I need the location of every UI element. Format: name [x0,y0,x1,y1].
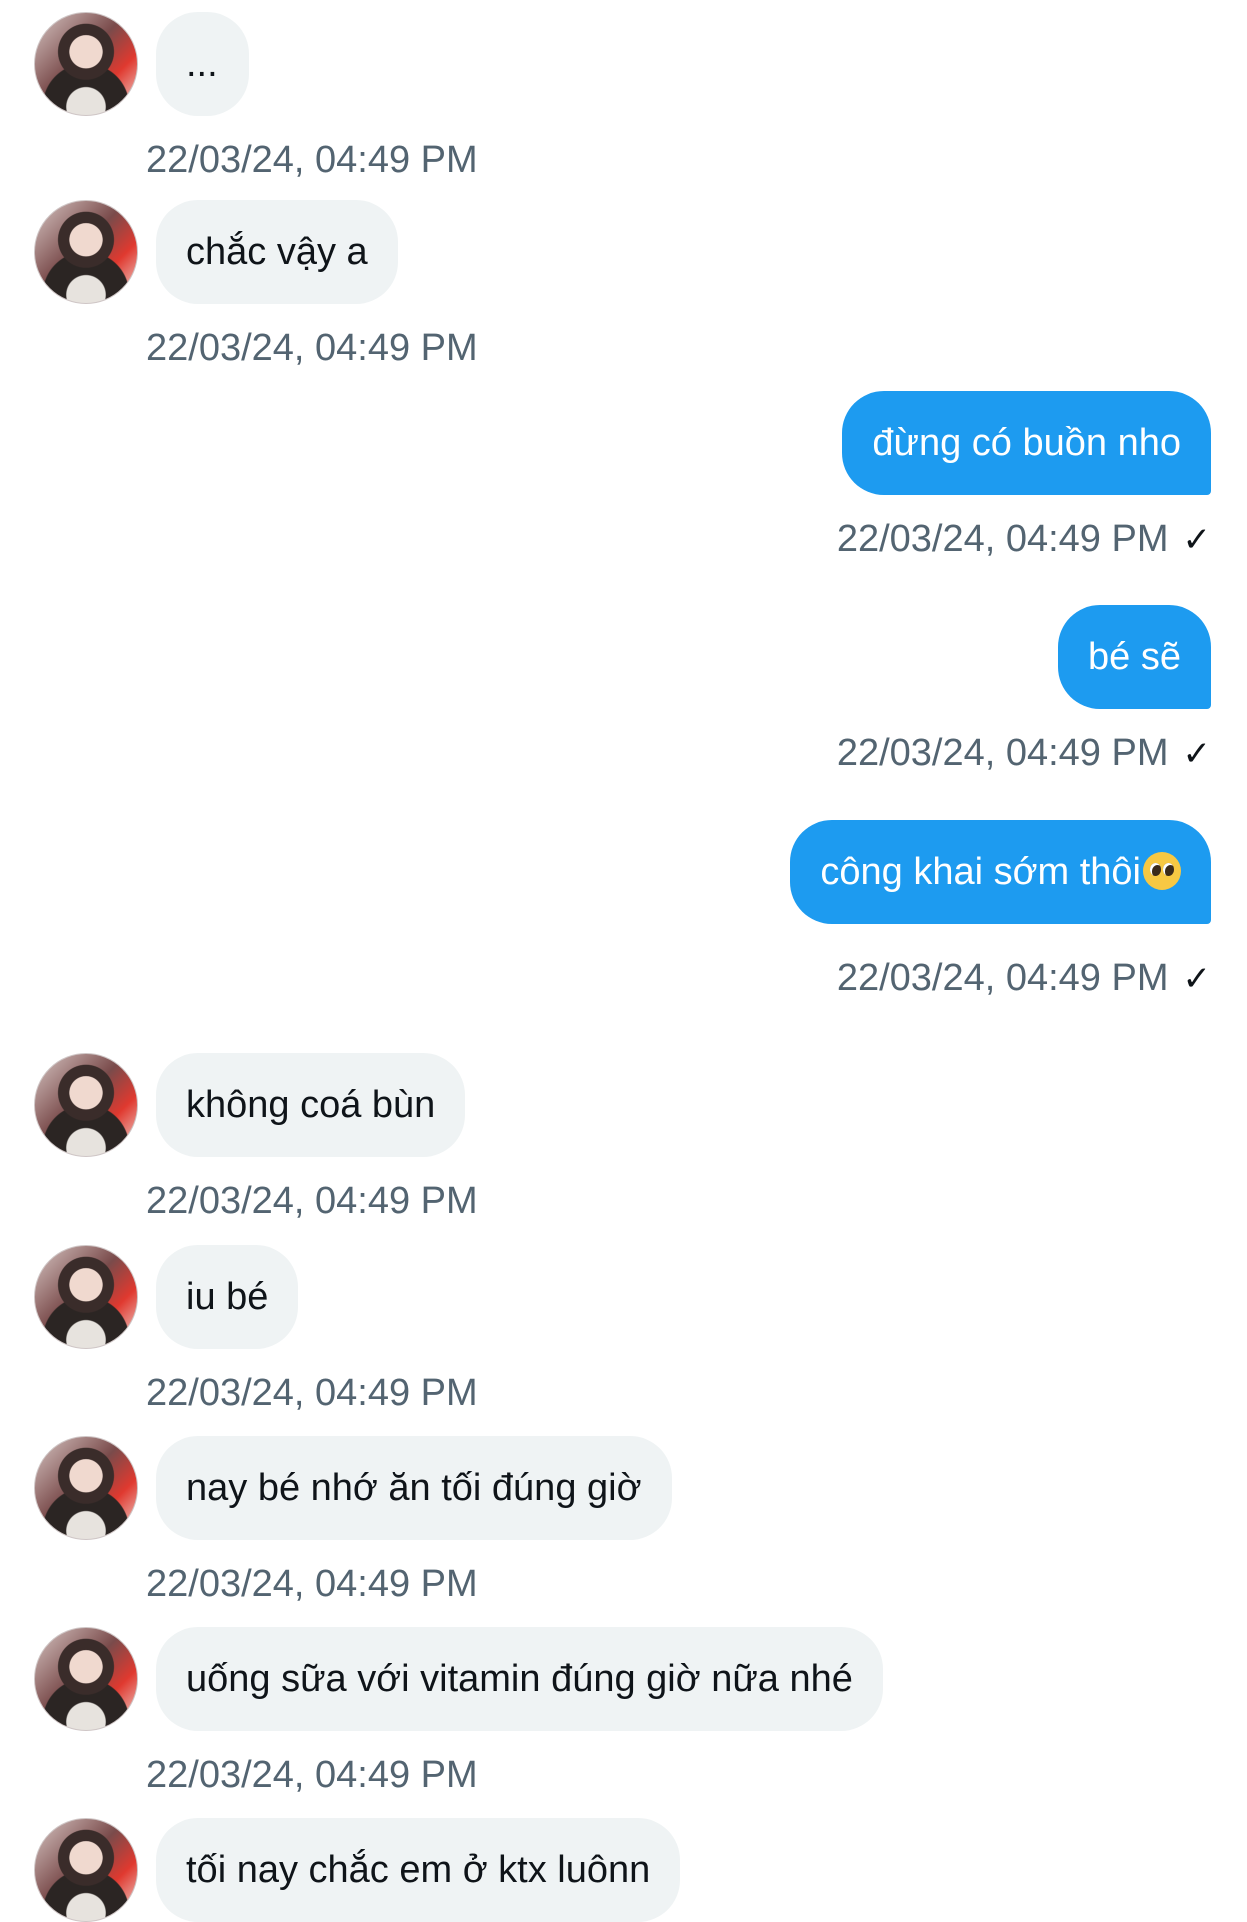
message-timestamp: 22/03/24, 04:49 PM [146,1563,478,1605]
message-bubble[interactable]: nay bé nhớ ăn tối đúng giờ [156,1436,672,1540]
message-bubble[interactable]: đừng có buồn nho [842,391,1211,495]
message-bubble[interactable]: iu bé [156,1245,299,1349]
sender-avatar[interactable] [34,12,138,116]
message-text: không coá bùn [186,1084,436,1126]
message-bubble[interactable]: uống sữa với vitamin đúng giờ nữa nhé [156,1627,883,1731]
message-timestamp: 22/03/24, 04:49 PM [146,139,478,181]
message-thread: ... 22/03/24, 04:49 PM chắc vậy a 22/03/… [0,0,1247,1922]
message-bubble[interactable]: không coá bùn [156,1053,466,1157]
message-text: đừng có buồn nho [872,422,1181,464]
message-text: ... [186,43,218,85]
sender-avatar[interactable] [34,1818,138,1922]
pleading-face-emoji [1143,852,1181,890]
sent-check-icon: ✓ [1182,521,1212,559]
message-timestamp: 22/03/24, 04:49 PM ✓ [837,731,1211,776]
message-timestamp: 22/03/24, 04:49 PM [146,327,478,369]
sender-avatar[interactable] [34,1053,138,1157]
message-timestamp: 22/03/24, 04:49 PM [146,1180,478,1222]
sent-check-icon: ✓ [1182,960,1212,998]
message-text: chắc vậy a [186,231,368,273]
message-timestamp: 22/03/24, 04:49 PM [146,1754,478,1796]
message-text: công khai sớm thôi [820,851,1141,893]
message-text: uống sữa với vitamin đúng giờ nữa nhé [186,1658,853,1700]
timestamp-text: 22/03/24, 04:49 PM [836,518,1169,560]
message-bubble[interactable]: bé sẽ [1058,605,1211,709]
sender-avatar[interactable] [34,1245,138,1349]
sent-check-icon: ✓ [1182,735,1212,773]
message-timestamp: 22/03/24, 04:49 PM ✓ [837,956,1211,1001]
timestamp-text: 22/03/24, 04:49 PM [836,957,1169,999]
timestamp-text: 22/03/24, 04:49 PM [836,732,1169,774]
message-timestamp: 22/03/24, 04:49 PM ✓ [837,517,1211,562]
sender-avatar[interactable] [34,1436,138,1540]
message-timestamp: 22/03/24, 04:49 PM [146,1372,478,1414]
message-text: iu bé [186,1276,269,1318]
message-bubble[interactable]: công khai sớm thôi [790,820,1211,924]
message-text: tối nay chắc em ở ktx luônn [186,1849,651,1891]
message-text: nay bé nhớ ăn tối đúng giờ [186,1467,642,1509]
message-text: bé sẽ [1088,636,1181,678]
message-bubble[interactable]: tối nay chắc em ở ktx luônn [156,1818,681,1922]
message-bubble[interactable]: ... [156,12,249,116]
sender-avatar[interactable] [34,1627,138,1731]
sender-avatar[interactable] [34,200,138,304]
message-bubble[interactable]: chắc vậy a [156,200,398,304]
